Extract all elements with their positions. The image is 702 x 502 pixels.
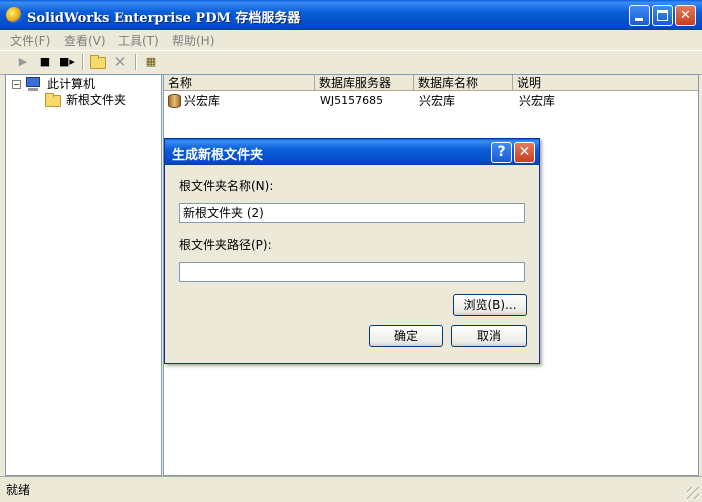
dialog-title: 生成新根文件夹 bbox=[172, 148, 264, 163]
tree-child-label: 新根文件夹 bbox=[66, 93, 127, 107]
play-icon[interactable]: ▶ bbox=[14, 54, 32, 70]
minimize-button[interactable] bbox=[629, 5, 650, 26]
server-icon[interactable]: ▦ bbox=[142, 54, 160, 70]
menu-help[interactable]: 帮助(H) bbox=[172, 32, 214, 49]
dialog-titlebar[interactable]: 生成新根文件夹 ? ✕ bbox=[165, 139, 539, 165]
root-folder-name-label: 根文件夹名称(N): bbox=[179, 179, 274, 193]
new-folder-icon[interactable] bbox=[89, 54, 107, 70]
close-icon: ✕ bbox=[680, 8, 691, 23]
tree-root-label: 此计算机 bbox=[47, 77, 96, 91]
status-bar: 就绪 bbox=[0, 476, 702, 502]
dialog-close-button[interactable]: ✕ bbox=[514, 142, 535, 163]
maximize-icon bbox=[657, 10, 668, 21]
toolbar: ▶ ■ ■▸ ✕ ▦ bbox=[0, 50, 702, 75]
root-folder-path-label: 根文件夹路径(P): bbox=[179, 238, 272, 252]
help-button[interactable]: ? bbox=[491, 142, 512, 163]
column-header-description[interactable]: 说明 bbox=[513, 75, 698, 91]
browse-button[interactable]: 浏览(B)... bbox=[453, 294, 527, 316]
window-titlebar[interactable]: SolidWorks Enterprise PDM 存档服务器 ✕ bbox=[0, 0, 702, 30]
maximize-button[interactable] bbox=[652, 5, 673, 26]
ok-button[interactable]: 确定 bbox=[369, 325, 443, 347]
cell-db-name: 兴宏库 bbox=[419, 94, 456, 108]
root-folder-name-input[interactable]: 新根文件夹 (2) bbox=[179, 203, 525, 223]
folder-icon bbox=[45, 93, 61, 107]
cell-db-server: WJ5157685 bbox=[320, 94, 384, 107]
resize-grip-icon[interactable] bbox=[687, 487, 699, 499]
tree-item-this-computer[interactable]: − 此计算机 bbox=[6, 76, 156, 92]
column-header-db-server[interactable]: 数据库服务器 bbox=[315, 75, 414, 91]
cell-name[interactable]: 兴宏库 bbox=[184, 93, 220, 109]
status-text: 就绪 bbox=[6, 483, 31, 497]
folder-icon bbox=[90, 55, 106, 69]
root-folder-path-input[interactable] bbox=[179, 262, 525, 282]
menu-file[interactable]: 文件(F) bbox=[10, 32, 50, 49]
menu-view[interactable]: 查看(V) bbox=[64, 32, 106, 49]
menu-bar: 文件(F) 查看(V) 工具(T) 帮助(H) bbox=[0, 30, 702, 49]
step-icon[interactable]: ■▸ bbox=[58, 54, 76, 70]
computer-icon bbox=[25, 77, 41, 91]
minimize-icon bbox=[635, 18, 643, 21]
delete-icon[interactable]: ✕ bbox=[111, 54, 129, 70]
create-root-folder-dialog: 生成新根文件夹 ? ✕ 根文件夹名称(N): 新根文件夹 (2) 根文件夹路径(… bbox=[164, 138, 540, 364]
close-button[interactable]: ✕ bbox=[675, 5, 696, 26]
collapse-icon[interactable]: − bbox=[12, 80, 21, 89]
toolbar-separator bbox=[82, 54, 84, 70]
column-header-name[interactable]: 名称 bbox=[164, 75, 315, 91]
folder-tree[interactable]: − 此计算机 新根文件夹 bbox=[5, 74, 162, 476]
cell-description: 兴宏库 bbox=[519, 94, 556, 108]
solidworks-app-icon bbox=[6, 7, 22, 23]
cancel-button[interactable]: 取消 bbox=[451, 325, 527, 347]
column-header-db-name[interactable]: 数据库名称 bbox=[414, 75, 513, 91]
menu-tools[interactable]: 工具(T) bbox=[118, 32, 159, 49]
tree-item-new-root-folder[interactable]: 新根文件夹 bbox=[6, 92, 156, 108]
database-icon bbox=[168, 94, 181, 108]
window-title: SolidWorks Enterprise PDM 存档服务器 bbox=[27, 11, 301, 26]
stop-icon[interactable]: ■ bbox=[36, 54, 54, 70]
toolbar-separator bbox=[135, 54, 137, 70]
